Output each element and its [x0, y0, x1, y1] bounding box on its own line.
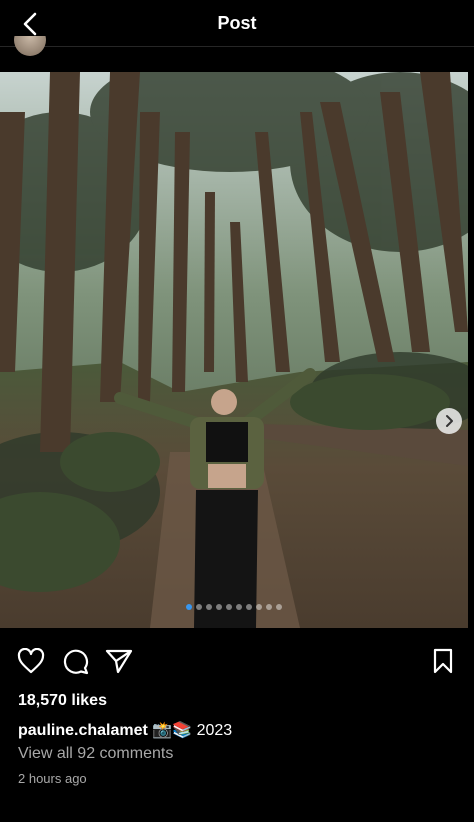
chevron-left-icon: [23, 12, 37, 36]
forest-photo: [0, 72, 468, 628]
paper-plane-icon: [105, 649, 133, 674]
carousel-dot: [226, 604, 232, 610]
carousel-dot: [186, 604, 192, 610]
post-timestamp: 2 hours ago: [18, 771, 87, 786]
comment-button[interactable]: [60, 646, 90, 676]
carousel-dot: [196, 604, 202, 610]
carousel-dot: [276, 604, 282, 610]
caption-emojis: 📸📚: [152, 722, 193, 739]
carousel-dot: [256, 604, 262, 610]
like-button[interactable]: [16, 646, 46, 676]
caption-text: 2023: [196, 722, 233, 739]
share-button[interactable]: [104, 646, 134, 676]
page-title: Post: [217, 12, 257, 33]
action-bar: [0, 646, 474, 676]
carousel-next-button[interactable]: [436, 408, 462, 434]
caption-username[interactable]: pauline.chalamet: [18, 722, 148, 739]
save-button[interactable]: [428, 646, 458, 676]
chevron-right-icon: [446, 415, 453, 427]
post-image[interactable]: [0, 72, 468, 628]
comment-bubble-icon: [63, 649, 89, 675]
like-count[interactable]: 18,570 likes: [18, 692, 107, 710]
bookmark-icon: [433, 648, 453, 674]
carousel-dot: [266, 604, 272, 610]
heart-icon: [17, 648, 45, 674]
avatar: [14, 36, 46, 56]
caption: pauline.chalamet 📸📚 2023: [18, 720, 232, 740]
carousel-indicator: [0, 604, 468, 610]
carousel-dot: [216, 604, 222, 610]
top-bar: Post: [0, 0, 474, 47]
carousel-dot: [246, 604, 252, 610]
view-comments-link[interactable]: View all 92 comments: [18, 745, 173, 763]
post-author-avatar[interactable]: [14, 36, 46, 60]
carousel-dot: [236, 604, 242, 610]
carousel-dot: [206, 604, 212, 610]
